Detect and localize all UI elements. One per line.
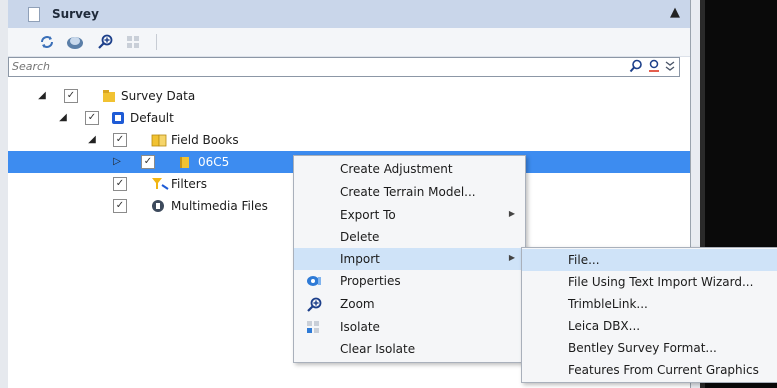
- menu-item-create-terrain-model[interactable]: Create Terrain Model...: [294, 181, 525, 203]
- menu-item-zoom[interactable]: Zoom: [294, 293, 525, 315]
- checkbox[interactable]: ✓: [113, 177, 127, 191]
- submenu-item-trimblelink[interactable]: TrimbleLink...: [522, 293, 777, 315]
- import-submenu: File... File Using Text Import Wizard...…: [521, 247, 777, 383]
- submenu-arrow-icon: ▶: [508, 209, 515, 218]
- isolate-grid-icon[interactable]: [122, 32, 144, 52]
- search-input[interactable]: [12, 59, 592, 74]
- tree-label: Multimedia Files: [171, 199, 268, 213]
- menu-item-delete[interactable]: Delete: [294, 226, 525, 248]
- menu-item-clear-isolate[interactable]: Clear Isolate: [294, 338, 525, 360]
- tree-row-default[interactable]: ◢ ✓ Default: [8, 107, 690, 129]
- submenu-arrow-icon: ▶: [508, 253, 515, 262]
- submenu-item-features-from-graphics[interactable]: Features From Current Graphics: [522, 359, 777, 381]
- checkbox[interactable]: ✓: [64, 89, 78, 103]
- tree-row-field-books[interactable]: ◢ ✓ Field Books: [8, 129, 690, 151]
- isolate-icon: [306, 320, 320, 334]
- tree-label: Filters: [171, 177, 207, 191]
- collapsed-arrow-icon[interactable]: ▷: [112, 156, 122, 167]
- context-menu: Create Adjustment Create Terrain Model..…: [293, 155, 526, 363]
- expand-arrow-icon[interactable]: ◢: [37, 90, 47, 101]
- search-icon[interactable]: [629, 59, 643, 76]
- refresh-icon[interactable]: [36, 32, 58, 52]
- filters-icon: [151, 177, 169, 191]
- collapse-caret-icon[interactable]: ▲: [670, 5, 680, 20]
- menu-item-create-adjustment[interactable]: Create Adjustment: [294, 158, 525, 180]
- submenu-item-leica-dbx[interactable]: Leica DBX...: [522, 315, 777, 337]
- expand-arrow-icon[interactable]: ◢: [87, 134, 97, 145]
- submenu-item-bentley-survey-format[interactable]: Bentley Survey Format...: [522, 337, 777, 359]
- menu-item-export-to[interactable]: Export To ▶: [294, 204, 525, 226]
- checkbox[interactable]: ✓: [113, 133, 127, 147]
- field-books-icon: [151, 133, 167, 147]
- menu-item-import[interactable]: Import ▶: [294, 248, 525, 270]
- tree-label: Survey Data: [121, 89, 196, 103]
- expand-search-icon[interactable]: [665, 60, 675, 75]
- search-options-icon[interactable]: [647, 59, 661, 76]
- menu-item-isolate[interactable]: Isolate: [294, 316, 525, 338]
- properties-icon: [306, 274, 321, 288]
- submenu-item-text-import-wizard[interactable]: File Using Text Import Wizard...: [522, 271, 777, 293]
- panel-toolbar: [8, 28, 690, 57]
- globe-view-icon[interactable]: [64, 32, 86, 52]
- submenu-item-file[interactable]: File...: [522, 249, 777, 271]
- zoom-icon[interactable]: [94, 32, 116, 52]
- tree-label: Field Books: [171, 133, 239, 147]
- tree-row-survey-data[interactable]: ◢ ✓ Survey Data: [8, 85, 690, 107]
- checkbox[interactable]: ✓: [85, 111, 99, 125]
- multimedia-icon: [151, 199, 165, 213]
- search-box: [8, 57, 680, 77]
- menu-item-properties[interactable]: Properties: [294, 270, 525, 292]
- folder-icon: [178, 155, 192, 169]
- left-edge-strip: [0, 0, 8, 388]
- panel-title: Survey: [52, 7, 99, 21]
- zoom-icon: [306, 297, 322, 312]
- tree-label: 06C5: [198, 155, 230, 169]
- folder-icon: [102, 89, 116, 103]
- panel-titlebar[interactable]: Survey ▲: [8, 0, 690, 29]
- toolbar-separator: [156, 34, 157, 50]
- checkbox[interactable]: ✓: [141, 155, 155, 169]
- default-icon: [111, 111, 125, 125]
- checkbox[interactable]: ✓: [113, 199, 127, 213]
- tree-label: Default: [130, 111, 174, 125]
- survey-doc-icon: [28, 7, 40, 22]
- expand-arrow-icon[interactable]: ◢: [58, 112, 68, 123]
